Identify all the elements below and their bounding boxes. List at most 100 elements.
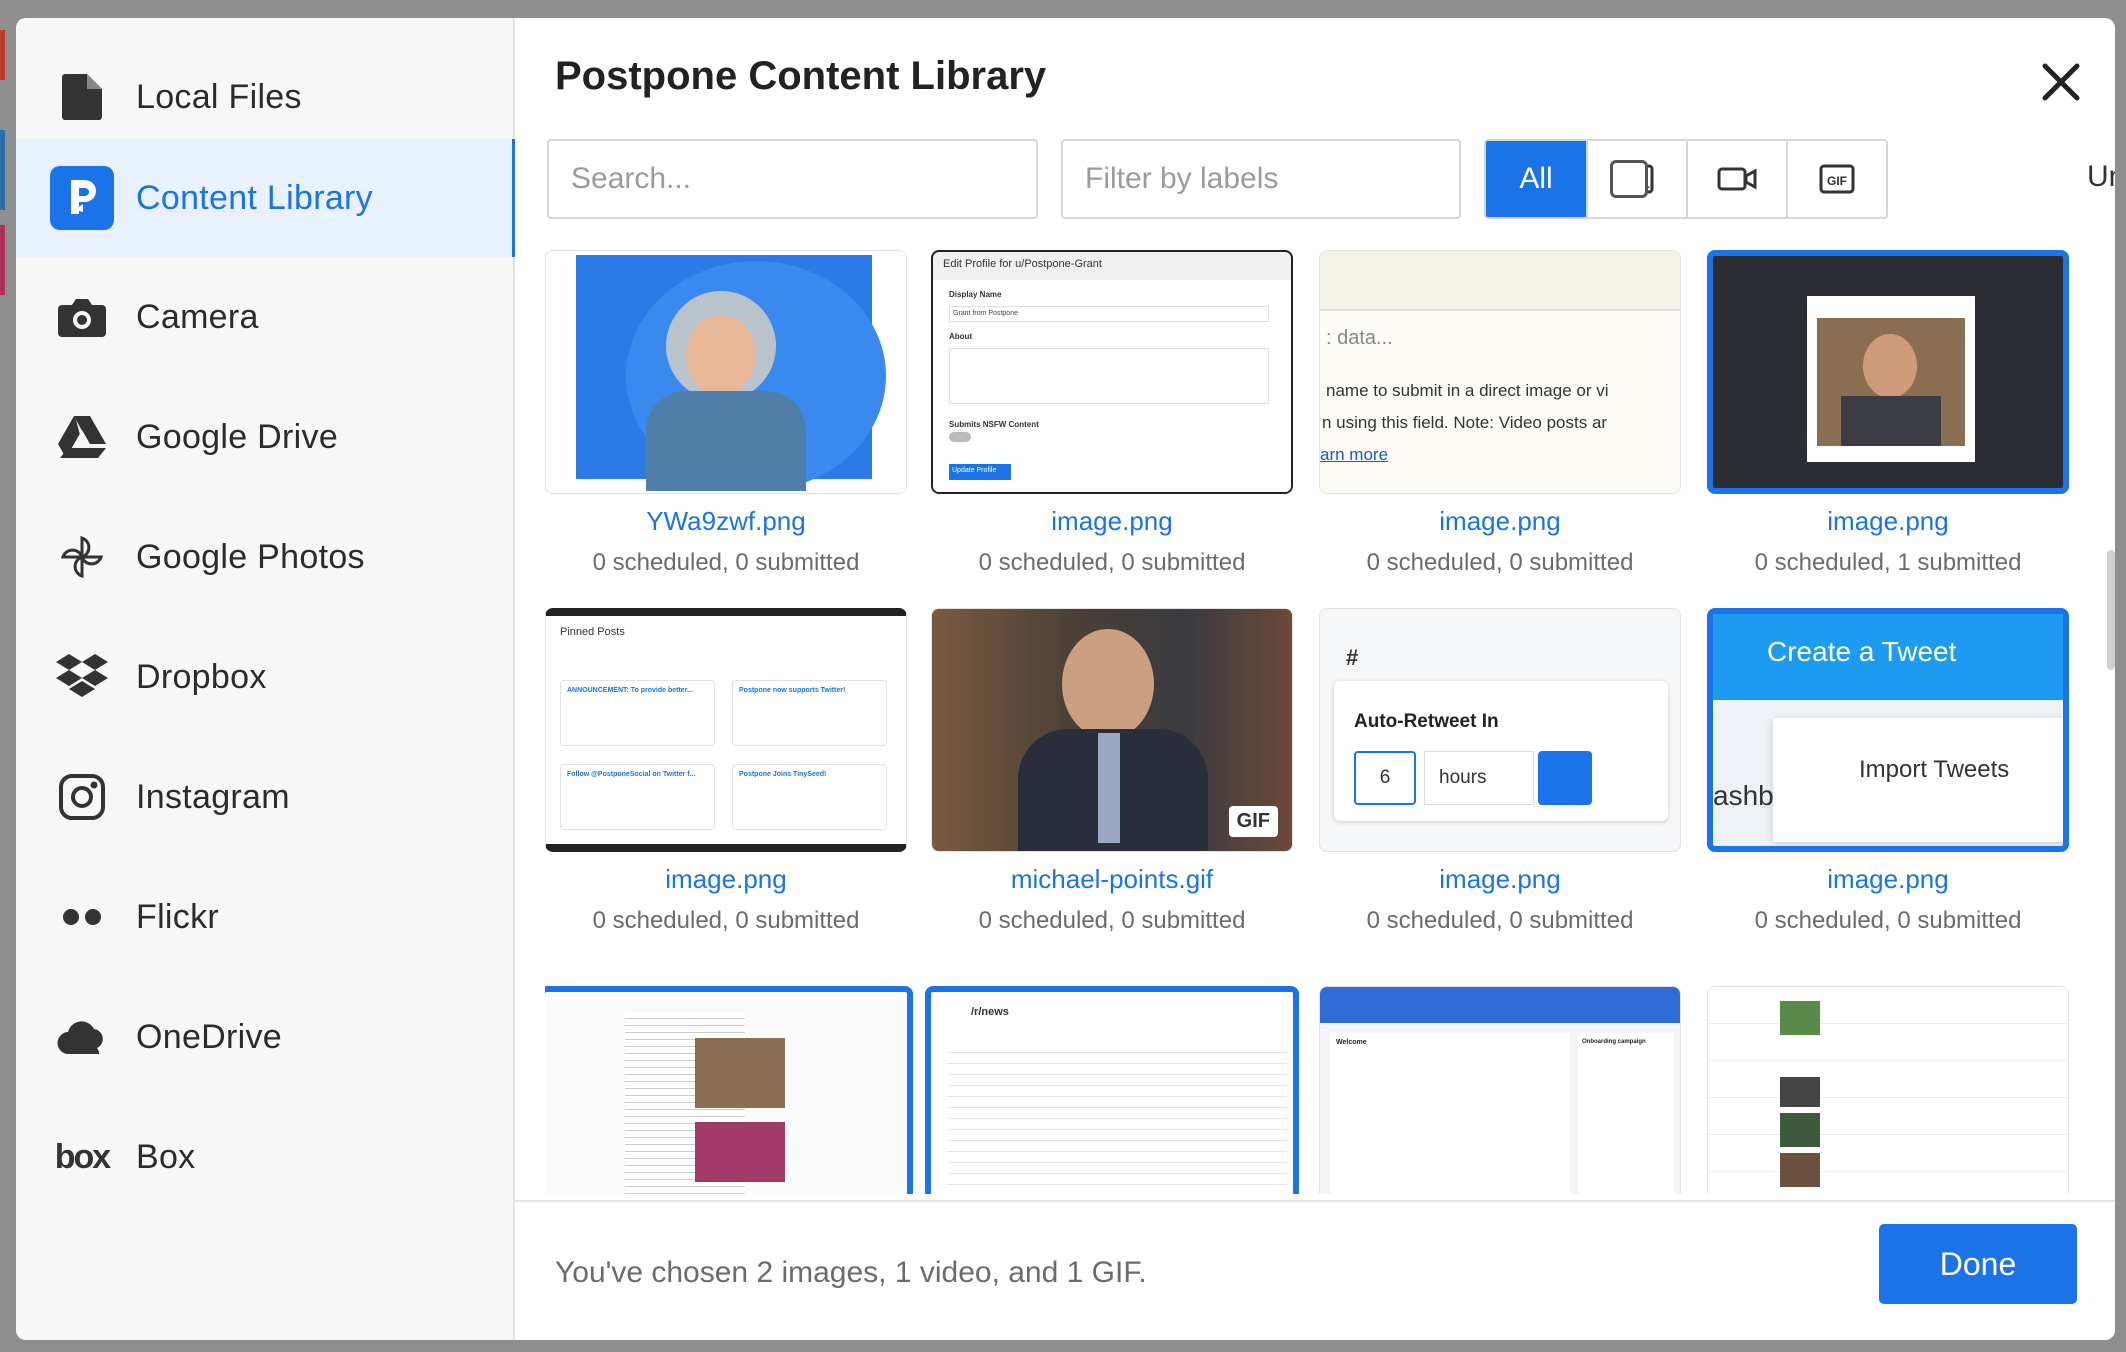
close-button[interactable] [2039, 60, 2083, 104]
file-name: image.png [1051, 506, 1173, 536]
thumb-text: Follow @PostponeSocial on Twitter f... [560, 764, 715, 830]
label-filter-input[interactable] [1061, 139, 1461, 219]
media-grid: YWa9zwf.png 0 scheduled, 0 submitted Edi… [545, 250, 2115, 1194]
thumb-text: Auto-Retweet In [1354, 711, 1499, 732]
flickr-icon [50, 885, 114, 949]
selection-summary: You've chosen 2 images, 1 video, and 1 G… [555, 1256, 1147, 1289]
content-library-panel: Postpone Content Library All GIF Unused [515, 18, 2115, 1340]
media-card[interactable]: : data... name to submit in a direct ima… [1319, 250, 1681, 577]
thumb-text: Onboarding campaign [1582, 1039, 1646, 1045]
file-stats: 0 scheduled, 1 submitted [1754, 549, 2022, 576]
sidebar-item-label: Google Photos [136, 537, 365, 576]
thumb-text: Grant from Postpone [949, 306, 1269, 322]
thumb-text: 6 [1354, 751, 1416, 805]
media-card[interactable]: Edit Profile for u/Postpone-Grant Displa… [931, 250, 1293, 577]
sidebar-item-label: Content Library [136, 178, 373, 217]
thumb-text: ANNOUNCEMENT: To provide better... [560, 680, 715, 746]
content-picker-modal: Local Files Content Library Camera Googl… [16, 18, 2115, 1340]
file-name: image.png [1827, 864, 1949, 894]
backdrop-accent [0, 30, 5, 80]
thumb-text: Postpone Joins TinySeed! [732, 764, 887, 830]
media-card[interactable]: Welcome Onboarding campaign [1319, 986, 1681, 1194]
thumb-text: Postpone now supports Twitter! [732, 680, 887, 746]
media-card[interactable]: # Auto-Retweet In 6 hours image.png 0 sc… [1319, 608, 1681, 935]
sidebar-item-label: Box [136, 1137, 196, 1176]
sidebar-item-box[interactable]: box Box [16, 1098, 515, 1216]
thumbnail [545, 986, 913, 1194]
thumb-text: Edit Profile for u/Postpone-Grant [943, 258, 1102, 270]
thumb-text: : data... [1326, 327, 1393, 349]
file-stats: 0 scheduled, 0 submitted [978, 549, 1246, 576]
file-stats: 0 scheduled, 0 submitted [1366, 907, 1634, 934]
thumb-text: Display Name [949, 290, 1002, 299]
source-sidebar: Local Files Content Library Camera Googl… [16, 18, 515, 1340]
media-card[interactable]: Pinned Posts ANNOUNCEMENT: To provide be… [545, 608, 907, 935]
file-stats: 0 scheduled, 0 submitted [1754, 907, 2022, 934]
sidebar-item-camera[interactable]: Camera [16, 258, 515, 376]
media-card[interactable]: /r/news [925, 986, 1299, 1194]
backdrop-accent [0, 130, 5, 210]
gif-icon: GIF [1819, 164, 1855, 194]
filter-gif-button[interactable]: GIF [1786, 141, 1886, 217]
sidebar-item-label: Dropbox [136, 657, 267, 696]
unused-checkbox[interactable] [1610, 160, 1648, 198]
thumbnail: Create a Tweet Import Tweets ashb [1707, 608, 2069, 852]
thumb-text: name to submit in a direct image or vi [1326, 381, 1609, 400]
camera-icon [50, 285, 114, 349]
thumb-text: Welcome [1336, 1039, 1367, 1046]
page-title: Postpone Content Library [555, 54, 1047, 98]
unused-label: Unused [2087, 160, 2115, 193]
filter-video-button[interactable] [1686, 141, 1786, 217]
thumbnail: Pinned Posts ANNOUNCEMENT: To provide be… [545, 608, 907, 852]
file-name: image.png [1439, 864, 1561, 894]
file-stats: 0 scheduled, 0 submitted [1366, 549, 1634, 576]
sidebar-item-label: Google Drive [136, 417, 339, 456]
sidebar-item-flickr[interactable]: Flickr [16, 858, 515, 976]
close-icon [2042, 63, 2080, 101]
box-logo-text: box [54, 1137, 111, 1176]
search-input[interactable] [547, 139, 1038, 219]
dropbox-icon [50, 645, 114, 709]
media-card[interactable]: YWa9zwf.png 0 scheduled, 0 submitted [545, 250, 907, 577]
thumb-text: hours [1424, 751, 1534, 805]
cloud-icon [50, 1005, 114, 1069]
thumb-text: Create a Tweet [1767, 636, 1957, 667]
media-card[interactable] [545, 986, 913, 1194]
thumb-text: # [1346, 645, 1359, 670]
sidebar-item-dropbox[interactable]: Dropbox [16, 618, 515, 736]
thumb-text: Import Tweets [1859, 756, 2010, 783]
sidebar-item-onedrive[interactable]: OneDrive [16, 978, 515, 1096]
sidebar-item-google-drive[interactable]: Google Drive [16, 378, 515, 496]
thumb-text: Update Profile [949, 464, 1011, 480]
media-card[interactable] [1707, 986, 2069, 1194]
grid-scrollbar[interactable] [2107, 550, 2115, 670]
box-logo-icon: box [50, 1125, 114, 1189]
backdrop-accent [0, 225, 5, 295]
thumbnail: # Auto-Retweet In 6 hours [1319, 608, 1681, 852]
sidebar-item-content-library[interactable]: Content Library [16, 139, 515, 257]
file-stats: 0 scheduled, 0 submitted [978, 907, 1246, 934]
done-button[interactable]: Done [1879, 1224, 2077, 1304]
gif-badge: GIF [1228, 806, 1278, 837]
file-name: image.png [1439, 506, 1561, 536]
filter-all-button[interactable]: All [1486, 141, 1586, 217]
thumb-text: ashb [1713, 780, 1774, 811]
sidebar-item-google-photos[interactable]: Google Photos [16, 498, 515, 616]
media-card[interactable]: Create a Tweet Import Tweets ashb image.… [1707, 608, 2069, 935]
file-icon [50, 65, 114, 129]
media-type-filter: All GIF [1484, 139, 1888, 219]
svg-text:GIF: GIF [1827, 174, 1847, 188]
thumbnail: : data... name to submit in a direct ima… [1319, 250, 1681, 494]
pinwheel-icon [50, 525, 114, 589]
media-card[interactable]: image.png 0 scheduled, 1 submitted [1707, 250, 2069, 577]
thumb-text: Submits NSFW Content [949, 420, 1039, 429]
thumbnail [545, 250, 907, 494]
thumbnail: Edit Profile for u/Postpone-Grant Displa… [931, 250, 1293, 494]
thumb-text: About [949, 332, 973, 341]
instagram-icon [50, 765, 114, 829]
media-card[interactable]: GIF michael-points.gif 0 scheduled, 0 su… [931, 608, 1293, 935]
sidebar-item-label: Instagram [136, 777, 290, 816]
postpone-icon [50, 166, 114, 230]
file-name: YWa9zwf.png [646, 506, 806, 536]
sidebar-item-instagram[interactable]: Instagram [16, 738, 515, 856]
